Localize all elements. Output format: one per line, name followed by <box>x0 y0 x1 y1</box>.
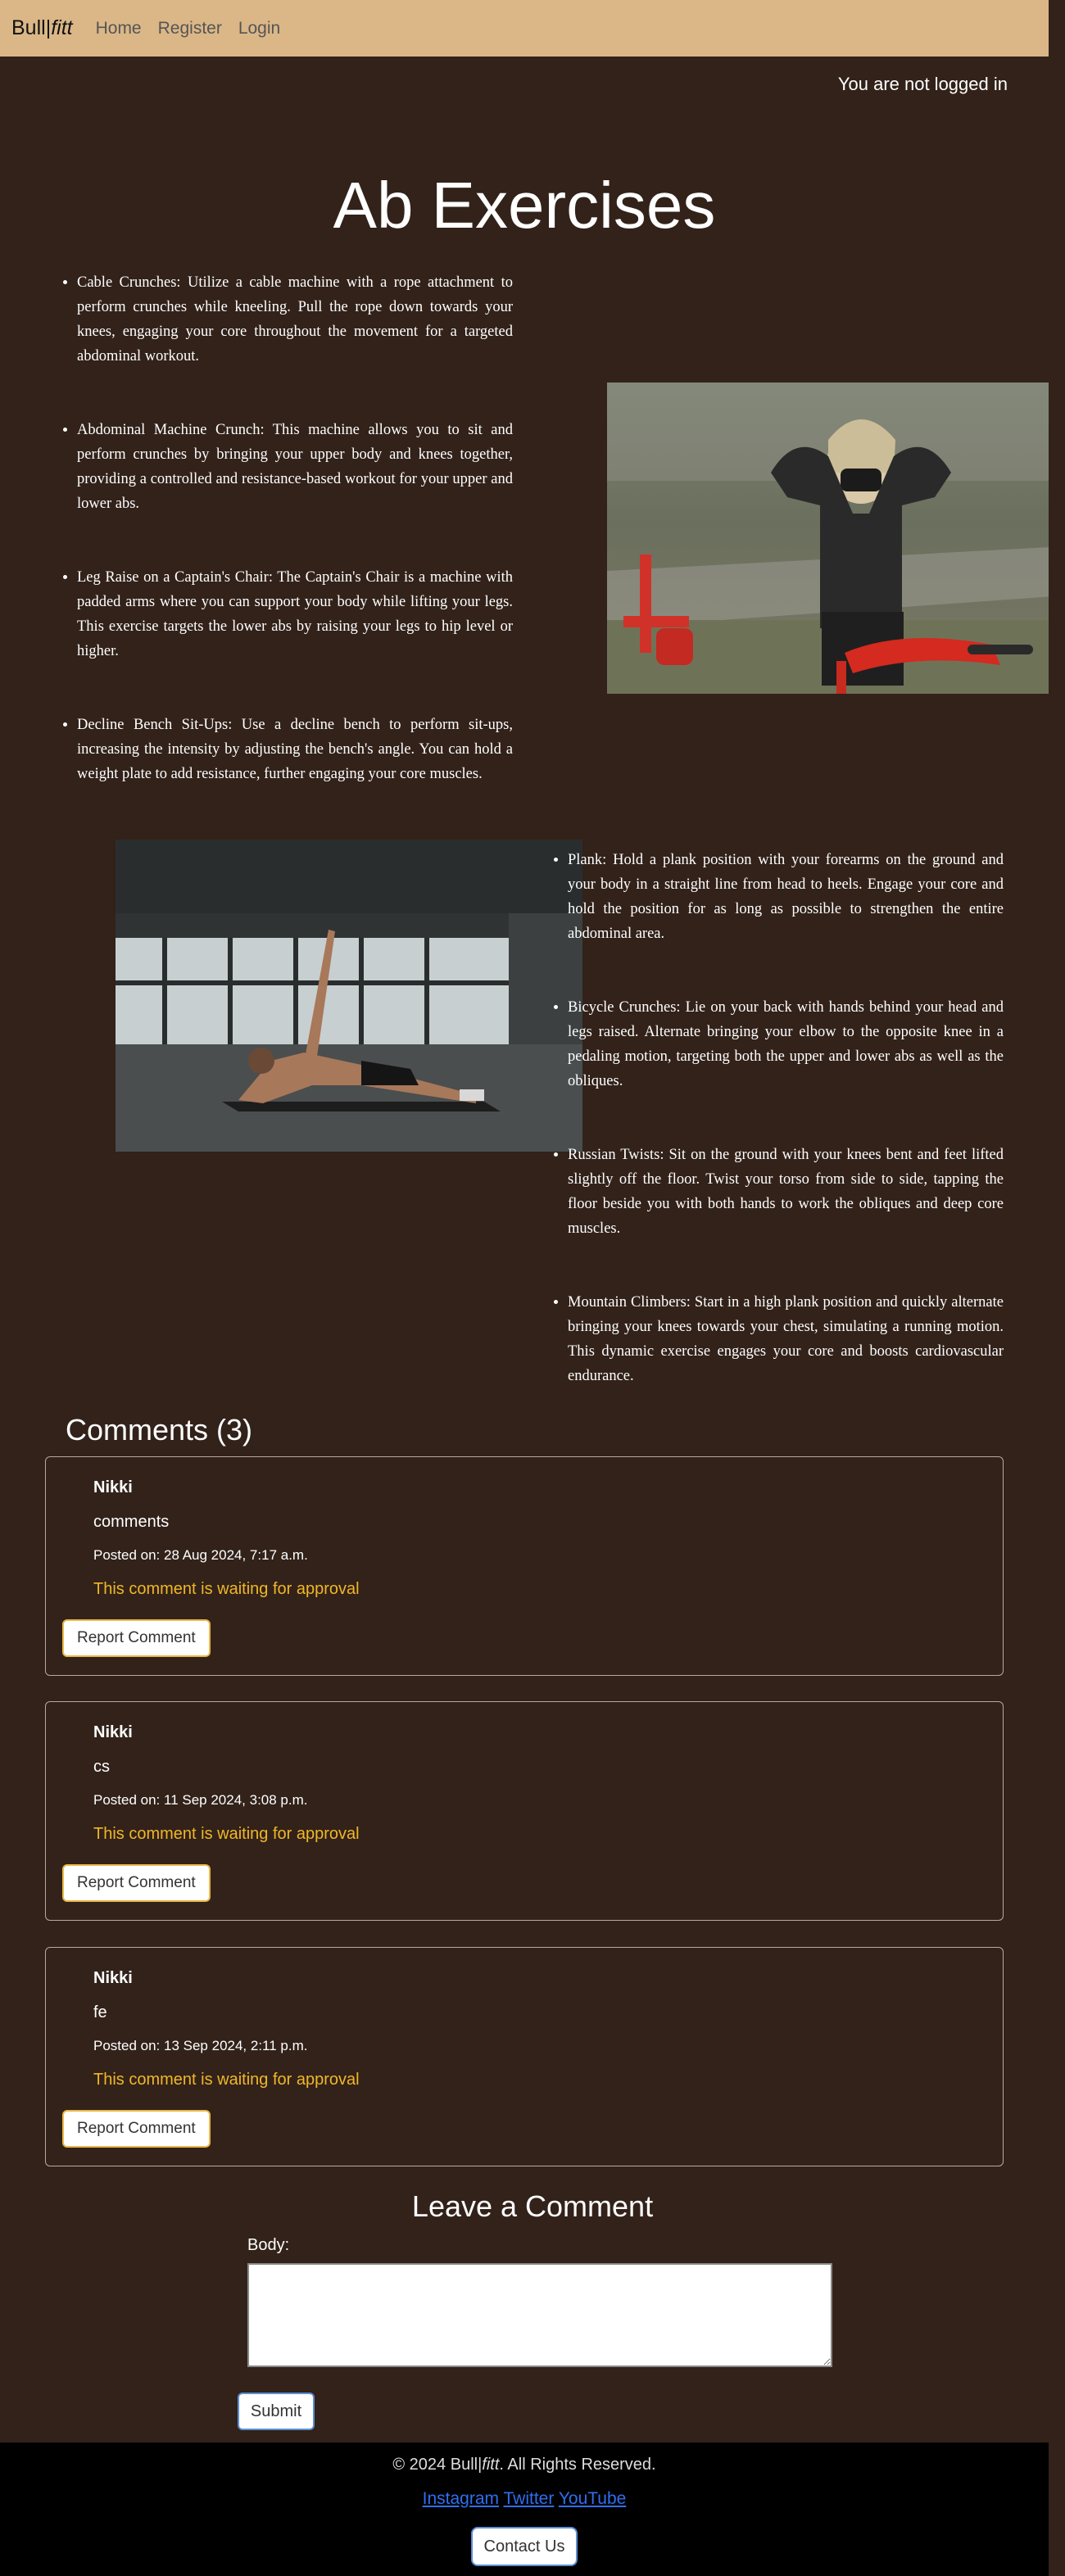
comments-heading: Comments (3) <box>66 1413 253 1446</box>
comment-author: Nikki <box>93 1723 133 1741</box>
report-comment-button[interactable]: Report Comment <box>62 1864 211 1902</box>
comment-card: Nikki cs Posted on: 11 Sep 2024, 3:08 p.… <box>45 1701 1004 1921</box>
exercise-item: Cable Crunches: Utilize a cable machine … <box>77 270 513 369</box>
comment-body: fe <box>93 2003 107 2021</box>
leave-comment-heading: Leave a Comment <box>411 2189 654 2223</box>
nav-link-login[interactable]: Login <box>238 19 280 38</box>
contact-us-button[interactable]: Contact Us <box>471 2527 578 2566</box>
footer: © 2024 Bull|fitt. All Rights Reserved. I… <box>0 2442 1049 2576</box>
copyright-text: © 2024 Bull|fitt. All Rights Reserved. <box>0 2456 1049 2474</box>
comment-approval-status: This comment is waiting for approval <box>93 1580 360 1598</box>
comment-approval-status: This comment is waiting for approval <box>93 1825 360 1843</box>
comment-author: Nikki <box>93 1478 133 1496</box>
page-title: Ab Exercises <box>333 169 716 242</box>
photo-man-side-plank <box>116 840 582 1152</box>
brand-main: Bull <box>11 16 46 39</box>
comment-body: comments <box>93 1513 170 1531</box>
nav-link-register[interactable]: Register <box>158 19 222 38</box>
comment-date: Posted on: 13 Sep 2024, 2:11 p.m. <box>93 2038 308 2053</box>
comment-body: cs <box>93 1758 110 1776</box>
comment-body-label: Body: <box>247 2236 290 2254</box>
comment-approval-status: This comment is waiting for approval <box>93 2071 360 2089</box>
report-comment-button[interactable]: Report Comment <box>62 1619 211 1657</box>
comment-card: Nikki comments Posted on: 28 Aug 2024, 7… <box>45 1456 1004 1676</box>
comment-author: Nikki <box>93 1969 133 1987</box>
nav-link-home[interactable]: Home <box>96 19 142 38</box>
exercise-item: Bicycle Crunches: Lie on your back with … <box>568 995 1004 1093</box>
copyright-prefix: © 2024 Bull| <box>392 2456 483 2474</box>
instagram-link[interactable]: Instagram <box>423 2489 499 2508</box>
page: Bull|fitt Home Register Login You are no… <box>0 0 1065 2576</box>
comment-card: Nikki fe Posted on: 13 Sep 2024, 2:11 p.… <box>45 1947 1004 2166</box>
exercise-list-bodyweight: Plank: Hold a plank position with your f… <box>553 848 1004 1437</box>
submit-comment-button[interactable]: Submit <box>238 2393 315 2430</box>
exercise-item: Plank: Hold a plank position with your f… <box>568 848 1004 946</box>
youtube-link[interactable]: YouTube <box>559 2489 627 2508</box>
copyright-suffix: . All Rights Reserved. <box>499 2456 656 2474</box>
copyright-fitt: fitt <box>482 2456 500 2474</box>
comment-date: Posted on: 28 Aug 2024, 7:17 a.m. <box>93 1547 308 1563</box>
scrollbar-track[interactable] <box>1049 0 1065 2576</box>
exercise-list-equipment: Cable Crunches: Utilize a cable machine … <box>62 270 513 835</box>
exercise-item: Abdominal Machine Crunch: This machine a… <box>77 418 513 516</box>
comment-body-textarea[interactable] <box>247 2263 832 2367</box>
photo-man-image <box>116 840 582 1152</box>
exercise-item: Leg Raise on a Captain's Chair: The Capt… <box>77 565 513 663</box>
photo-woman-outdoor-gym <box>607 383 1065 694</box>
twitter-link[interactable]: Twitter <box>504 2489 555 2508</box>
login-status: You are not logged in <box>837 74 1008 94</box>
comment-date: Posted on: 11 Sep 2024, 3:08 p.m. <box>93 1792 308 1808</box>
navbar: Bull|fitt Home Register Login <box>0 0 1049 57</box>
exercise-item: Decline Bench Sit-Ups: Use a decline ben… <box>77 713 513 786</box>
report-comment-button[interactable]: Report Comment <box>62 2110 211 2148</box>
social-links: Instagram Twitter YouTube <box>0 2489 1049 2509</box>
photo-woman-image <box>607 383 1065 694</box>
brand-fitt: fitt <box>51 16 73 39</box>
exercise-item: Russian Twists: Sit on the ground with y… <box>568 1143 1004 1241</box>
brand-logo[interactable]: Bull|fitt <box>11 16 73 40</box>
exercise-item: Mountain Climbers: Start in a high plank… <box>568 1290 1004 1388</box>
